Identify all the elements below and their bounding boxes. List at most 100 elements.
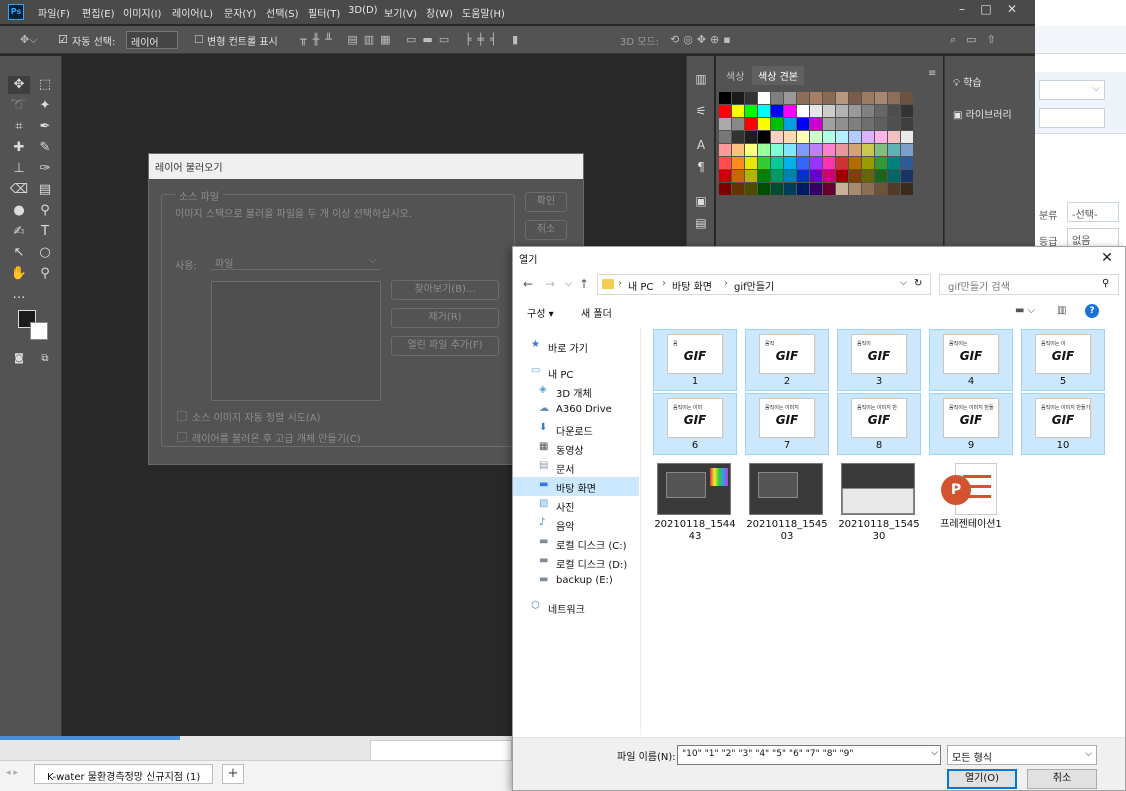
adjust-icon[interactable]: ⚟ <box>693 104 709 120</box>
color-swatch[interactable] <box>810 118 822 130</box>
color-swatch[interactable] <box>745 92 757 104</box>
color-swatch[interactable] <box>875 92 887 104</box>
back-icon[interactable]: ← <box>523 277 533 291</box>
color-swatch[interactable] <box>771 144 783 156</box>
more-tools-icon[interactable]: … <box>8 286 30 304</box>
file-tile[interactable]: 20210118_1545 30 <box>837 461 921 547</box>
color-swatch[interactable] <box>836 118 848 130</box>
color-swatch[interactable] <box>784 92 796 104</box>
color-swatch[interactable] <box>836 131 848 143</box>
learn-item[interactable]: 💡︎ 학습 <box>953 74 982 89</box>
dodge-tool-icon[interactable]: ⚲ <box>34 202 56 220</box>
menu-filter[interactable]: 필터(T) <box>308 5 340 20</box>
color-swatch[interactable] <box>745 183 757 195</box>
smart-object-checkbox[interactable] <box>177 432 187 442</box>
file-tile[interactable]: 20210118_1545 03 <box>745 461 829 547</box>
breadcrumb-desktop[interactable]: 바탕 화면 <box>672 278 712 293</box>
color-swatch[interactable] <box>784 170 796 182</box>
zoom-tool-icon[interactable]: ⚲ <box>34 265 56 283</box>
file-tile[interactable]: 움직이 GIF 3 <box>837 329 921 391</box>
color-swatch[interactable] <box>797 92 809 104</box>
color-swatch[interactable] <box>836 170 848 182</box>
color-swatch[interactable] <box>732 144 744 156</box>
color-swatch[interactable] <box>745 170 757 182</box>
histogram-icon[interactable]: ▥ <box>693 72 709 88</box>
color-swatch[interactable] <box>875 105 887 117</box>
brush-tool-icon[interactable]: ✎ <box>34 139 56 157</box>
screen-mode-icon[interactable]: ⧉ <box>34 350 56 368</box>
lasso-tool-icon[interactable]: ➰ <box>8 97 30 115</box>
color-swatch[interactable] <box>758 183 770 195</box>
color-swatch[interactable] <box>719 170 731 182</box>
refresh-icon[interactable]: ↻ <box>914 278 922 289</box>
search-box[interactable]: gif만들기 검색 ⚲ <box>939 274 1119 295</box>
move-tool-icon[interactable]: ✥ <box>8 76 30 94</box>
color-swatch[interactable] <box>784 183 796 195</box>
auto-select-dropdown[interactable]: 레이어 <box>126 31 178 49</box>
use-dropdown[interactable]: 파일 <box>211 254 381 270</box>
cancel-button[interactable]: 취소 <box>1027 769 1097 789</box>
color-swatch[interactable] <box>901 157 913 169</box>
color-swatch[interactable] <box>849 118 861 130</box>
color-swatch[interactable] <box>875 131 887 143</box>
color-swatch[interactable] <box>771 183 783 195</box>
color-swatch[interactable] <box>888 183 900 195</box>
remove-button[interactable]: 제거(R) <box>391 308 499 328</box>
file-tile[interactable]: 움직 GIF 2 <box>745 329 829 391</box>
eyedropper-tool-icon[interactable]: ✒ <box>34 118 56 136</box>
file-tile[interactable]: 움직이는 이미 GIF 6 <box>653 393 737 455</box>
color-swatch[interactable] <box>849 92 861 104</box>
ellipse-tool-icon[interactable]: ○ <box>34 244 56 262</box>
nav-item[interactable]: ◈ 3D 개체 <box>513 382 639 401</box>
color-swatch[interactable] <box>875 157 887 169</box>
file-list[interactable] <box>211 281 381 401</box>
color-swatch[interactable] <box>797 105 809 117</box>
library-item[interactable]: ▣ 라이브러리 <box>953 106 1012 121</box>
color-swatch[interactable] <box>849 183 861 195</box>
nav-item[interactable]: ♪ 음악 <box>513 515 639 534</box>
nav-item[interactable]: ★ 바로 가기 <box>513 337 639 356</box>
bg-dropdown[interactable]: ⌵ <box>1039 80 1105 100</box>
color-swatch[interactable] <box>810 170 822 182</box>
color-swatch[interactable] <box>745 157 757 169</box>
color-swatch[interactable] <box>862 170 874 182</box>
preview-pane-icon[interactable]: ▥ <box>1057 305 1066 316</box>
checkbox-checked-icon[interactable]: ☑ <box>58 33 68 46</box>
color-swatch[interactable] <box>875 118 887 130</box>
properties-icon[interactable]: ▤ <box>693 216 709 232</box>
history-brush-icon[interactable]: ✑ <box>34 160 56 178</box>
up-icon[interactable]: ↑ <box>579 277 589 291</box>
color-swatch[interactable] <box>758 92 770 104</box>
magic-wand-tool-icon[interactable]: ✦ <box>34 97 56 115</box>
color-swatch[interactable] <box>797 131 809 143</box>
color-swatch[interactable] <box>875 170 887 182</box>
color-swatch[interactable] <box>758 157 770 169</box>
browse-button[interactable]: 찾아보기(B)... <box>391 280 499 300</box>
bg-input[interactable] <box>1039 108 1105 128</box>
color-swatch[interactable] <box>862 92 874 104</box>
menu-3d[interactable]: 3D(D) <box>348 5 378 16</box>
filetype-select[interactable]: 모든 형식 ⌵ <box>947 745 1097 765</box>
color-swatch[interactable] <box>862 118 874 130</box>
color-swatch[interactable] <box>771 118 783 130</box>
color-swatch[interactable] <box>888 118 900 130</box>
menu-help[interactable]: 도움말(H) <box>462 5 505 20</box>
color-swatch[interactable] <box>836 105 848 117</box>
color-swatch[interactable] <box>784 144 796 156</box>
color-swatch[interactable] <box>823 92 835 104</box>
pen-tool-icon[interactable]: ✍ <box>8 223 30 241</box>
nav-item[interactable]: ⬡ 네트워크 <box>513 598 639 617</box>
layers-icon[interactable]: ▣ <box>693 194 709 210</box>
sheet-tab[interactable]: K-water 물환경측정망 신규지점 (1) <box>34 764 214 784</box>
color-swatch[interactable] <box>862 157 874 169</box>
nav-item[interactable]: ▨ 사진 <box>513 496 639 515</box>
add-sheet-button[interactable]: + <box>222 764 244 784</box>
color-swatch[interactable] <box>836 157 848 169</box>
menu-file[interactable]: 파일(F) <box>38 5 70 20</box>
recent-dropdown-icon[interactable]: ⌵ <box>565 279 572 289</box>
color-swatch[interactable] <box>732 105 744 117</box>
blur-tool-icon[interactable]: ● <box>8 202 30 220</box>
background-color-swatch[interactable] <box>30 322 48 340</box>
tab-color[interactable]: 색상 <box>720 66 750 85</box>
color-swatch[interactable] <box>732 131 744 143</box>
